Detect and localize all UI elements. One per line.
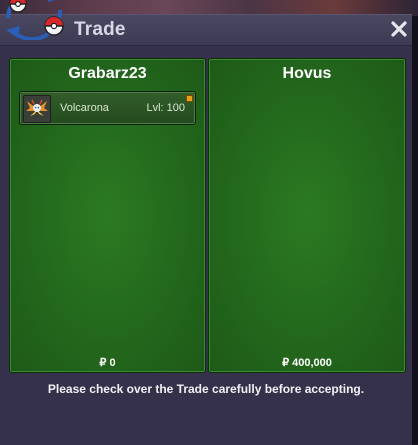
- trade-slot-pokemon[interactable]: Volcarona Lvl: 100: [19, 91, 196, 125]
- volcarona-icon: [26, 99, 48, 116]
- window-title: Trade: [74, 19, 126, 40]
- money-offer-self: ₽ 0: [99, 357, 116, 369]
- trade-panel-partner: Hovus ₽ 400,000: [208, 58, 406, 373]
- pokeball-logo-icon: [6, 0, 64, 40]
- close-button[interactable]: [390, 19, 408, 39]
- money-offer-partner: ₽ 400,000: [282, 357, 332, 369]
- trade-panel-self: Grabarz23 Volcarona Lvl: 100 ₽ 0: [9, 58, 206, 373]
- trade-window: Trade Grabarz23 Volcarona Lvl: 100 ₽ 0 H…: [0, 14, 412, 445]
- close-icon: [391, 21, 407, 37]
- pokemon-name: Volcarona: [60, 102, 109, 114]
- held-item-marker-icon: [186, 95, 193, 102]
- player-name-self: Grabarz23: [68, 65, 147, 82]
- pokemon-level: Lvl: 100: [146, 102, 185, 114]
- trade-warning-note: Please check over the Trade carefully be…: [47, 382, 365, 396]
- pokemon-icon-box: [23, 95, 51, 123]
- game-scene-right-strip: [412, 16, 418, 444]
- player-name-partner: Hovus: [282, 65, 332, 82]
